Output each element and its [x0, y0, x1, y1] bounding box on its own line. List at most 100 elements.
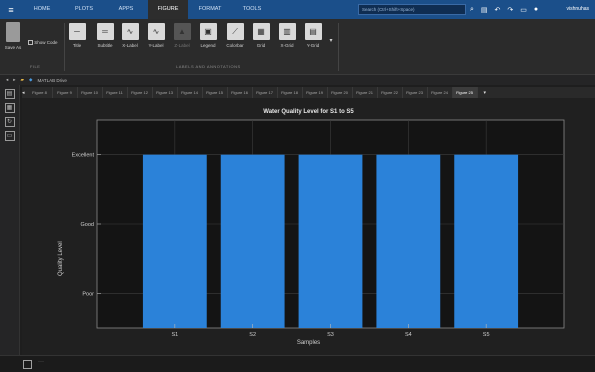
back-icon[interactable]: ◂: [6, 77, 8, 83]
y-tick-label: Poor: [82, 291, 94, 297]
figure-tab[interactable]: Figure 14: [178, 87, 203, 98]
tab-scroll-left-icon[interactable]: ◂: [22, 90, 25, 96]
layout-icon[interactable]: ▭: [520, 6, 527, 14]
save-icon[interactable]: ▤: [481, 6, 488, 14]
legend-icon: ▣: [199, 23, 217, 40]
x-tick-label: S3: [327, 332, 334, 338]
status-bar: ···: [0, 355, 595, 372]
main-toolstrip-tabs: ≡ HOME PLOTS APPS FIGURE FORMAT TOOLS Se…: [0, 0, 595, 19]
figure-tab[interactable]: Figure 23: [403, 87, 428, 98]
x-label-button[interactable]: ∿ X-Label: [119, 23, 141, 48]
matlab-window: ≡ HOME PLOTS APPS FIGURE FORMAT TOOLS Se…: [0, 0, 595, 372]
x-tick-label: S4: [405, 332, 412, 338]
figure-tab[interactable]: Figure 22: [378, 87, 403, 98]
help-icon[interactable]: ●: [534, 6, 538, 13]
tab-tools[interactable]: TOOLS: [232, 0, 272, 19]
x-tick-label: S1: [171, 332, 178, 338]
figure-tab[interactable]: Figure 8: [28, 87, 53, 98]
figure-tab[interactable]: Figure 24: [428, 87, 453, 98]
command-icon[interactable]: ▭: [4, 131, 15, 141]
x-axis-label: Samples: [296, 340, 321, 346]
figure-tab[interactable]: Figure 15: [203, 87, 228, 98]
x-grid-button-label: X-Grid: [280, 43, 294, 48]
y-grid-icon: ▤: [304, 23, 322, 40]
checkbox-icon: [28, 40, 33, 46]
current-folder-path[interactable]: MATLAB Drive: [37, 78, 66, 83]
bar-chart: Poor Good Excellent S1 S2 S3 S4 S5: [72, 119, 565, 338]
bar-S1: [142, 154, 207, 328]
annotations-section-label: LABELS AND ANNOTATIONS: [176, 64, 241, 69]
legend-button[interactable]: ▣ Legend: [197, 23, 219, 48]
figure-tab[interactable]: Figure 17: [253, 87, 278, 98]
subtitle-button[interactable]: ═ Subtitle: [93, 23, 117, 48]
colorbar-button[interactable]: ⟋ Colorbar: [223, 23, 247, 48]
grid-button-label: Grid: [256, 43, 266, 48]
search-icon[interactable]: ⌕: [470, 6, 474, 14]
search-input[interactable]: Search (Ctrl+Shift+Space): [358, 4, 466, 15]
y-tick-label: Good: [81, 222, 94, 228]
colorbar-icon: ⟋: [226, 23, 244, 40]
gallery-expand-icon[interactable]: ▾: [327, 37, 335, 44]
subtitle-icon: ═: [96, 23, 114, 40]
redo-icon[interactable]: ↷: [507, 6, 513, 14]
grid-button[interactable]: ▦ Grid: [251, 23, 271, 48]
figure-tab[interactable]: Figure 20: [328, 87, 353, 98]
bar-S2: [220, 154, 285, 328]
current-folder-bar: ◂ ▸ ▰ ◆ MATLAB Drive: [0, 75, 595, 85]
y-label-button-label: Y-Label: [148, 43, 164, 48]
save-as-button[interactable]: Save As: [4, 22, 22, 50]
tab-plots[interactable]: PLOTS: [64, 0, 104, 19]
figure-tab[interactable]: Figure 11: [103, 87, 128, 98]
x-tick-label: S5: [483, 332, 490, 338]
undo-icon[interactable]: ↶: [495, 6, 501, 14]
figure-tab[interactable]: Figure 9: [53, 87, 78, 98]
tab-format[interactable]: FORMAT: [190, 0, 230, 19]
figure-tab[interactable]: Figure 16: [228, 87, 253, 98]
status-more-icon[interactable]: ···: [38, 359, 44, 365]
title-button[interactable]: ─ Title: [67, 23, 87, 48]
figure-tab-strip: ◂ Figure 8 Figure 9 Figure 10 Figure 11 Figur…: [22, 87, 595, 98]
files-icon[interactable]: ▤: [4, 89, 15, 99]
colorbar-button-label: Colorbar: [226, 43, 244, 48]
y-grid-button[interactable]: ▤ Y-Grid: [302, 23, 324, 48]
figure-tab[interactable]: Figure 13: [153, 87, 178, 98]
save-as-icon: [6, 22, 20, 42]
x-label-icon: ∿: [121, 23, 139, 40]
tab-list-icon[interactable]: ▾: [484, 90, 487, 96]
status-panel-icon[interactable]: [23, 360, 32, 369]
folder-icon[interactable]: ▰: [21, 77, 24, 83]
bar-S3: [298, 154, 363, 328]
tab-home[interactable]: HOME: [22, 0, 62, 19]
z-label-button[interactable]: ▲ Z-Label: [171, 23, 193, 48]
ribbon-divider: [338, 23, 339, 71]
y-grid-button-label: Y-Grid: [306, 43, 320, 48]
quick-access-toolbar: ⌕ ▤ ↶ ↷ ▭ ●: [470, 3, 538, 16]
file-section-label: FILE: [30, 64, 41, 69]
forward-icon[interactable]: ▸: [13, 77, 15, 83]
show-code-label: Show Code: [34, 40, 58, 45]
bar-S4: [376, 154, 441, 328]
bar-S5: [454, 154, 519, 328]
workspace-icon[interactable]: ▦: [4, 103, 15, 113]
y-label-icon: ∿: [147, 23, 165, 40]
y-tick-label: Excellent: [72, 153, 95, 159]
history-icon[interactable]: ↻: [4, 117, 15, 127]
figure-tab[interactable]: Figure 25: [452, 87, 478, 98]
tab-figure[interactable]: FIGURE: [148, 0, 188, 19]
figure-tab[interactable]: Figure 19: [303, 87, 328, 98]
x-grid-icon: ▥: [278, 23, 296, 40]
show-code-checkbox[interactable]: Show Code: [28, 40, 64, 46]
figure-tab[interactable]: Figure 12: [128, 87, 153, 98]
app-menu-icon[interactable]: ≡: [0, 5, 22, 15]
title-button-label: Title: [72, 43, 82, 48]
x-label-button-label: X-Label: [122, 43, 138, 48]
figure-tab[interactable]: Figure 10: [78, 87, 103, 98]
figure-tab[interactable]: Figure 18: [278, 87, 303, 98]
x-grid-button[interactable]: ▥ X-Grid: [276, 23, 298, 48]
y-label-button[interactable]: ∿ Y-Label: [145, 23, 167, 48]
tab-apps[interactable]: APPS: [106, 0, 146, 19]
figure-tab[interactable]: Figure 21: [353, 87, 378, 98]
user-menu[interactable]: vishnuhas: [566, 0, 589, 19]
z-label-icon: ▲: [173, 23, 191, 40]
drive-icon[interactable]: ◆: [29, 77, 32, 83]
